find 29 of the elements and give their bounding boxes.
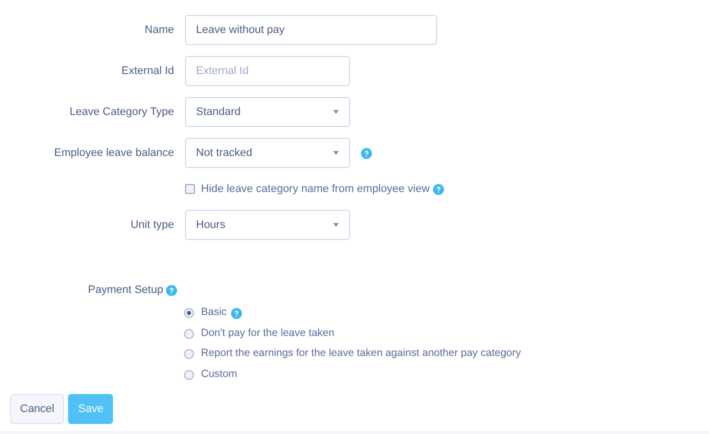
text-field[interactable]: External Id [185,56,350,86]
caret-icon [333,110,339,114]
field-label: Name [144,22,174,38]
field-label: Employee leave balance [53,146,174,161]
cancel-button[interactable]: Cancel [10,394,64,424]
caret-icon [333,223,339,227]
dropdown[interactable]: Standard [185,97,350,127]
section-label: Payment Setup [88,282,164,298]
dropdown[interactable]: Hours [185,210,350,240]
help-icon[interactable] [166,284,178,296]
radio-label: Don't pay for the leave taken [201,326,334,341]
radio-button[interactable] [184,370,194,380]
checkbox-label: Hide leave category name from employee view [201,182,430,197]
radio-button[interactable] [184,328,194,339]
help-icon[interactable] [361,148,372,158]
radio-label: Report the earnings for the leave taken against another pay category [201,346,521,362]
checkbox[interactable] [185,184,195,194]
text-field[interactable]: Leave without pay [185,15,437,45]
help-icon[interactable] [432,184,444,194]
dropdown[interactable]: Not tracked [185,138,350,168]
field-label: External Id [120,64,174,79]
radio-button[interactable] [184,308,194,318]
help-icon[interactable] [230,308,242,319]
field-label: Leave Category Type [68,104,174,120]
radio-button[interactable] [184,349,194,360]
radio-label: Custom [201,366,238,382]
radio-label: Basic [201,305,227,320]
field-label: Unit type [130,218,174,233]
caret-icon [333,151,339,155]
